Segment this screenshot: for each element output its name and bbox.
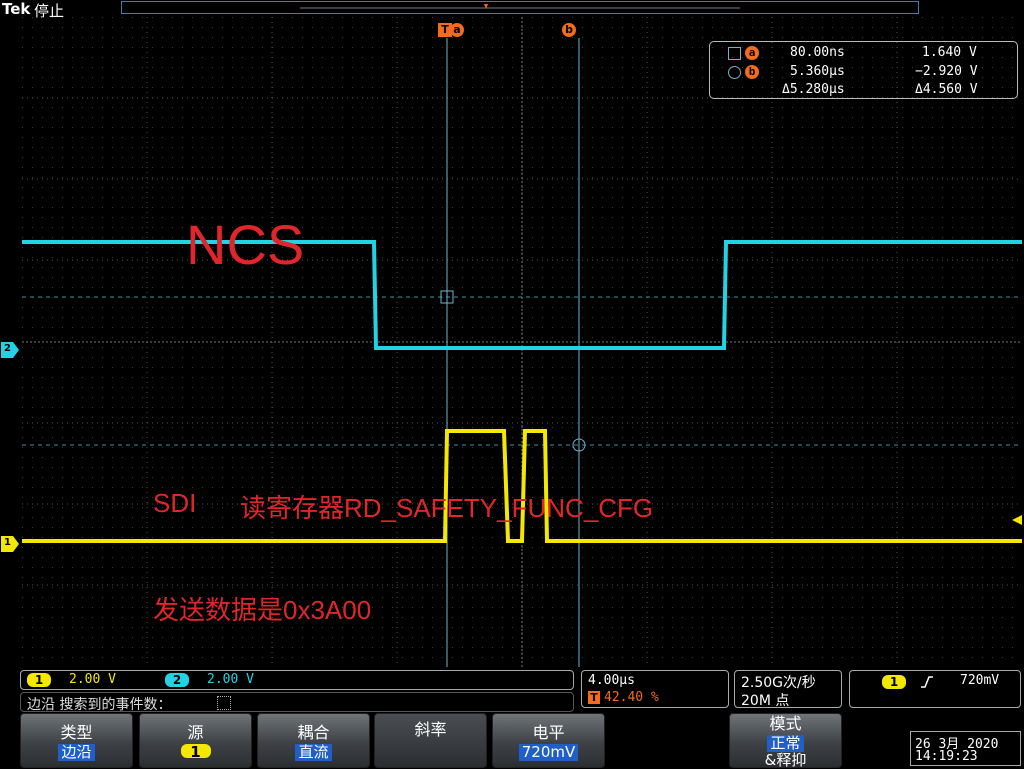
ch1-scale: 2.00 V — [69, 672, 116, 687]
readout-b-tag: b — [745, 65, 759, 79]
cursor-b-volt: −2.920 V — [915, 64, 978, 79]
cursor-a-tag[interactable]: a — [450, 23, 464, 37]
cursor-a-time: 80.00ns — [790, 45, 845, 60]
trigger-position: 42.40 % — [604, 690, 659, 705]
trigger-coupling-button[interactable]: 耦合 直流 — [257, 713, 370, 768]
cursor-readout: a 80.00ns 1.640 V b 5.360µs −2.920 V Δ5.… — [709, 41, 1018, 99]
time-per-div: 4.00µs — [588, 673, 635, 688]
trigger-type-button[interactable]: 类型 边沿 — [20, 713, 133, 768]
time: 14:19:23 — [915, 749, 978, 764]
search-events-label: 边沿 搜索到的事件数： — [27, 697, 172, 713]
trigger-source-value: 1 — [180, 744, 211, 761]
cursor-delta-volt: Δ4.560 V — [915, 82, 978, 97]
annotation-sdi: SDI — [153, 488, 197, 518]
annotation-register: 读寄存器RD_SAFETY_FUNC_CFG — [240, 493, 654, 523]
trigger-box[interactable]: 1 720mV — [849, 670, 1021, 708]
cursor-b-time: 5.360µs — [790, 64, 845, 79]
annotation-send-data: 发送数据是0x3A00 — [153, 595, 372, 625]
cursor-a-volt: 1.640 V — [922, 45, 977, 60]
trigger-pos-icon: T — [588, 691, 600, 704]
timebase-box[interactable]: 4.00µs T 42.40 % — [581, 670, 729, 708]
cursor-delta-time: Δ5.280µs — [782, 82, 845, 97]
ch1-marker-label: 1 — [4, 537, 11, 548]
annotation-ncs: NCS — [186, 213, 305, 276]
trigger-slope-label: 斜率 — [414, 720, 447, 739]
waveform-display[interactable] — [0, 0, 1024, 768]
datetime-box: 26 3月 2020 14:19:23 — [910, 731, 1021, 766]
record-length: 20M 点 — [741, 693, 790, 709]
sample-rate: 2.50G次/秒 — [741, 675, 816, 691]
trigger-mode-button[interactable]: 模式 正常 &释抑 — [729, 713, 842, 768]
trigger-mode-label: 模式 — [769, 714, 802, 733]
trigger-source-button[interactable]: 源 1 — [139, 713, 252, 768]
cursor-b-circle-icon — [728, 66, 741, 79]
trigger-level-value: 720mV — [518, 744, 579, 761]
channel-scale-bar[interactable]: 1 2.00 V 2 2.00 V — [20, 670, 574, 690]
trigger-type-value: 边沿 — [58, 744, 95, 761]
trigger-mode-value: 正常 — [767, 735, 804, 752]
ch2-marker-label: 2 — [4, 343, 11, 354]
trigger-level: 720mV — [960, 673, 1000, 688]
trigger-slope-button[interactable]: 斜率 — [374, 713, 487, 768]
cursor-a-square-icon — [728, 47, 741, 60]
trigger-level-button[interactable]: 电平 720mV — [492, 713, 605, 768]
ch1-badge[interactable]: 1 — [27, 673, 51, 687]
ch2-badge[interactable]: 2 — [165, 673, 189, 687]
acquisition-box[interactable]: 2.50G次/秒 20M 点 — [734, 670, 842, 709]
trigger-coupling-label: 耦合 — [297, 723, 330, 742]
search-count-box — [217, 696, 231, 710]
trigger-level-label: 电平 — [532, 723, 565, 742]
trigger-source-label: 源 — [187, 723, 204, 742]
rising-edge-icon — [921, 676, 933, 688]
trigger-type-label: 类型 — [60, 723, 93, 742]
cursor-b-tag[interactable]: b — [562, 23, 576, 37]
trigger-holdoff-label: &释抑 — [764, 751, 807, 769]
readout-a-tag: a — [745, 46, 759, 60]
search-bar[interactable]: 边沿 搜索到的事件数： — [20, 692, 574, 713]
trigger-coupling-value: 直流 — [295, 744, 332, 761]
ch2-scale: 2.00 V — [207, 672, 254, 687]
trigger-source-badge: 1 — [882, 675, 906, 689]
